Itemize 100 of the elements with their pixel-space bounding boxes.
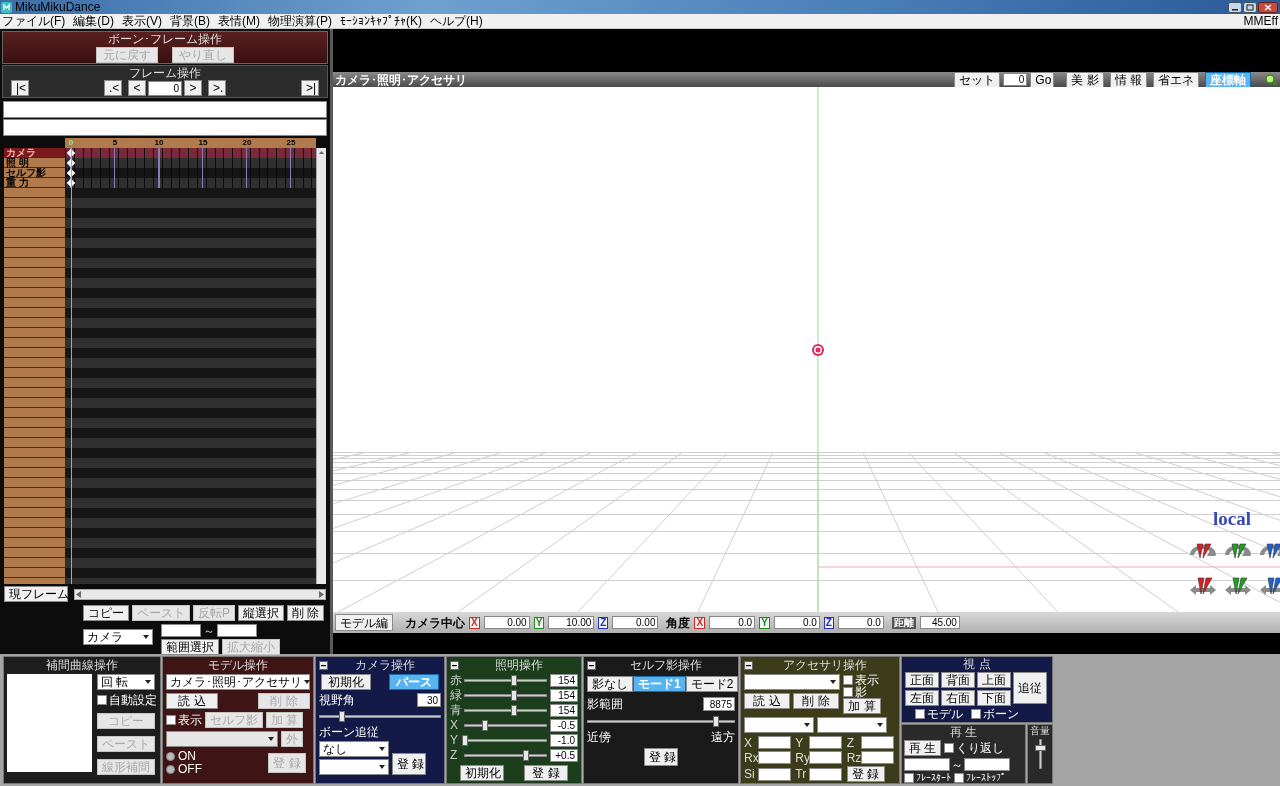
model-edit-button[interactable]: モデル編 <box>335 614 393 631</box>
frame-field[interactable]: 0 <box>148 80 182 96</box>
dropdown[interactable] <box>319 759 389 775</box>
button[interactable]: 読 込 <box>166 693 218 709</box>
horizontal-scrollbar[interactable] <box>74 588 326 600</box>
slider-thumb[interactable] <box>462 734 468 746</box>
value-field[interactable]: +0.5 <box>550 748 578 762</box>
coordinate-field[interactable]: 10.00 <box>548 616 595 629</box>
dropdown[interactable]: 回 転 <box>97 674 155 690</box>
track-label[interactable]: カメラ <box>4 148 65 158</box>
coordinate-field[interactable]: 0.00 <box>612 616 659 629</box>
slider-thumb[interactable] <box>522 749 529 761</box>
camera-center-marker[interactable] <box>811 343 825 357</box>
menu-item[interactable]: 表示(V) <box>122 15 162 27</box>
menu-item[interactable]: 表情(M) <box>218 15 260 27</box>
input-field[interactable] <box>860 736 894 749</box>
button[interactable]: 登 録 <box>524 765 568 781</box>
first-frame-button[interactable]: |< <box>11 80 29 96</box>
follow-button[interactable]: 追従 <box>1013 672 1047 704</box>
input-field[interactable] <box>809 736 843 749</box>
input-field[interactable] <box>161 624 201 637</box>
previous-frame-button[interactable]: < <box>128 80 146 96</box>
value-field[interactable]: -1.0 <box>550 733 578 747</box>
frame-field[interactable]: 0 <box>1003 73 1028 86</box>
coordinate-field[interactable]: 0.0 <box>773 616 820 629</box>
view-button[interactable]: 左面 <box>905 690 939 706</box>
coordinate-field[interactable]: 0.0 <box>709 616 756 629</box>
set-button[interactable]: セット <box>954 71 1001 88</box>
maximize-icon[interactable] <box>1243 1 1257 13</box>
radio-button[interactable] <box>166 751 175 761</box>
dropdown[interactable]: なし <box>319 741 389 757</box>
input-field[interactable] <box>809 767 843 781</box>
checkbox[interactable] <box>944 743 955 753</box>
checkbox[interactable] <box>954 773 964 783</box>
checkbox[interactable] <box>166 715 176 725</box>
button[interactable]: 初期化 <box>321 674 371 690</box>
menu-item[interactable]: 物理演算(P) <box>268 15 332 27</box>
checkbox[interactable] <box>971 709 981 719</box>
collapse-icon[interactable] <box>587 660 596 670</box>
value-field[interactable]: -0.5 <box>550 718 578 732</box>
collapse-icon[interactable] <box>744 660 753 670</box>
menu-item[interactable]: ﾓｰｼｮﾝｷｬﾌﾟﾁｬ(K) <box>340 15 422 27</box>
checkbox[interactable] <box>97 695 107 705</box>
slider-thumb[interactable] <box>510 689 517 701</box>
input-field[interactable] <box>904 758 950 771</box>
radio-button[interactable] <box>166 764 175 774</box>
button[interactable]: 読 込 <box>744 693 790 709</box>
register-button[interactable]: 登 録 <box>644 748 678 766</box>
search-icon[interactable] <box>1264 73 1278 86</box>
input-field[interactable] <box>217 624 257 637</box>
menu-item[interactable]: ヘルプ(H) <box>430 15 483 27</box>
view-button[interactable]: 背面 <box>941 672 975 688</box>
button[interactable]: 加 算 <box>843 698 881 714</box>
last-frame-button[interactable]: >| <box>301 80 319 96</box>
register-button[interactable]: 登 録 <box>846 766 885 782</box>
toggle-button[interactable]: 情 報 <box>1109 71 1147 88</box>
input-field[interactable] <box>964 758 1010 771</box>
previous-key-button[interactable]: .< <box>104 80 122 96</box>
view-button[interactable]: 正面 <box>905 672 939 688</box>
checkbox[interactable] <box>843 675 853 685</box>
input-field[interactable] <box>758 736 791 749</box>
3d-viewport[interactable]: local <box>333 87 1280 612</box>
close-icon[interactable] <box>1258 1 1278 13</box>
fov-field[interactable]: 30 <box>417 693 441 707</box>
dropdown[interactable]: カメラ･照明･アクセサリ <box>166 674 310 690</box>
collapse-icon[interactable] <box>319 660 328 670</box>
vertical-scrollbar[interactable] <box>316 148 326 584</box>
button[interactable]: 範囲選択 <box>161 639 219 655</box>
current-frame-button[interactable]: 現フレーム <box>4 586 68 602</box>
scroll-right-icon[interactable] <box>318 590 324 598</box>
value-field[interactable]: 154 <box>550 703 578 717</box>
slider-thumb[interactable] <box>510 674 517 686</box>
input-field[interactable] <box>860 751 894 764</box>
input-field[interactable] <box>758 767 791 781</box>
value-field[interactable]: 154 <box>550 673 578 687</box>
slider-thumb[interactable] <box>510 704 517 716</box>
input-field[interactable] <box>758 751 791 764</box>
value-field[interactable]: 154 <box>550 688 578 702</box>
checkbox[interactable] <box>904 773 914 783</box>
checkbox[interactable] <box>915 709 925 719</box>
menu-item[interactable]: 背景(B) <box>170 15 210 27</box>
scroll-up-icon[interactable] <box>317 148 326 157</box>
button[interactable]: 削 除 <box>287 605 325 621</box>
slider-thumb[interactable] <box>482 719 489 731</box>
coordinate-field[interactable]: 0.00 <box>483 616 530 629</box>
mode-button[interactable]: 影なし <box>587 676 633 692</box>
distance-field[interactable]: 45.00 <box>919 616 960 629</box>
next-frame-button[interactable]: > <box>184 80 202 96</box>
go-button[interactable]: Go <box>1030 71 1055 88</box>
shadow-range-field[interactable]: 8875 <box>703 697 735 711</box>
menu-item[interactable]: 編集(D) <box>73 15 114 27</box>
collapse-icon[interactable] <box>450 660 459 670</box>
play-button[interactable]: 再 生 <box>904 740 942 756</box>
slider-thumb[interactable] <box>1034 745 1046 752</box>
button[interactable]: 初期化 <box>460 765 504 781</box>
register-button[interactable]: 登 録 <box>392 753 426 775</box>
view-button[interactable]: 上面 <box>977 672 1011 688</box>
slider-thumb[interactable] <box>338 711 345 722</box>
toggle-button[interactable]: 省エネ <box>1153 71 1199 88</box>
view-button[interactable]: 下面 <box>977 690 1011 706</box>
